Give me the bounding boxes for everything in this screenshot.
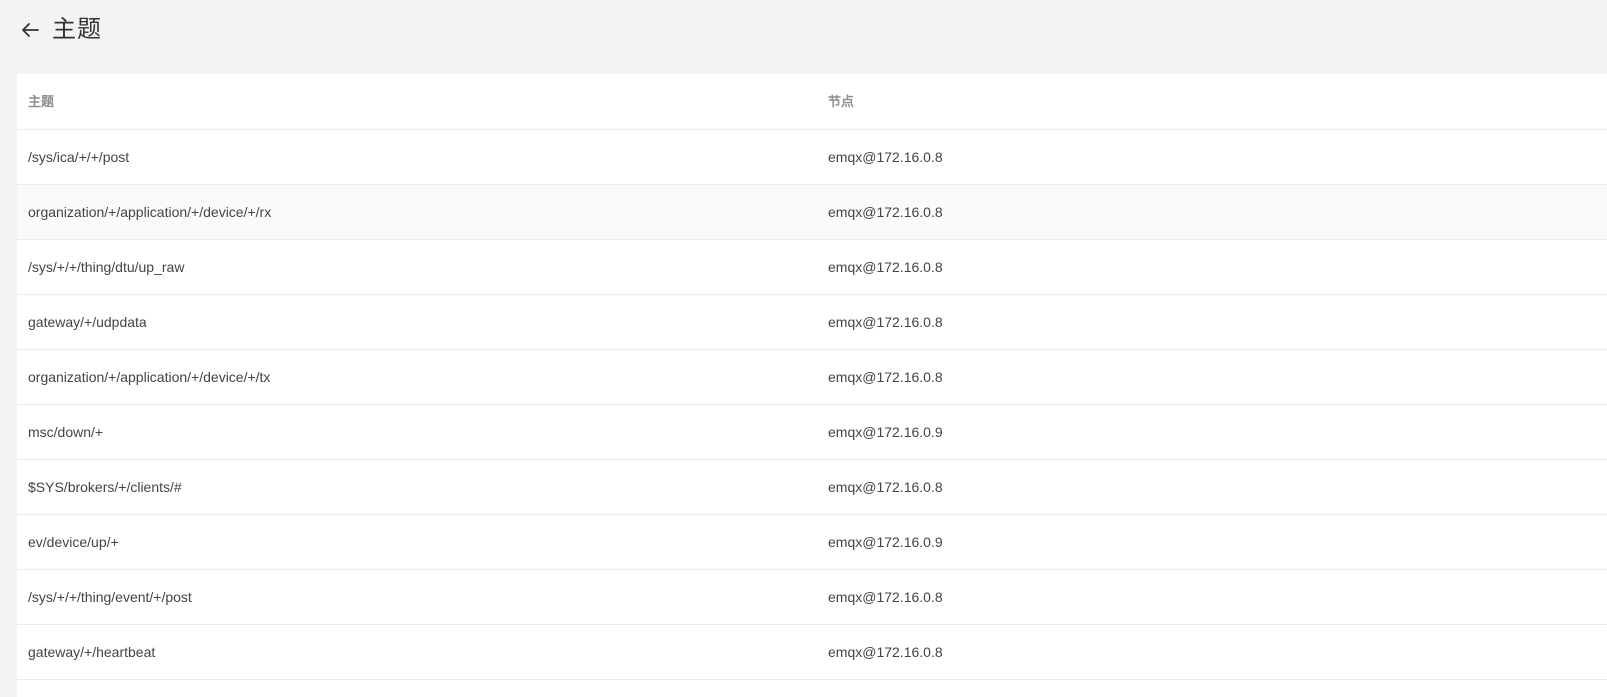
node-cell: emqx@172.16.0.8 bbox=[828, 369, 943, 385]
topic-cell: gateway/+/udpdata bbox=[28, 314, 147, 330]
table-row[interactable]: /sys/+/+/thing/dtu/up_raw emqx@172.16.0.… bbox=[17, 240, 1607, 295]
table-row[interactable]: gateway/+/udpdata emqx@172.16.0.8 bbox=[17, 295, 1607, 350]
table-row[interactable]: organization/+/application/+/device/+/tx… bbox=[17, 350, 1607, 405]
topic-cell: gateway/+/heartbeat bbox=[28, 644, 156, 660]
table-row[interactable]: /sys/+/+/thing/event/+/post emqx@172.16.… bbox=[17, 570, 1607, 625]
table-row[interactable]: $SYS/brokers/+/clients/# emqx@172.16.0.8 bbox=[17, 460, 1607, 515]
page-title: 主题 bbox=[52, 16, 102, 43]
topic-cell: msc/down/+ bbox=[28, 424, 104, 440]
topic-cell: organization/+/application/+/device/+/tx bbox=[28, 369, 271, 385]
topic-cell: ev/device/up/+ bbox=[28, 534, 119, 550]
node-cell: emqx@172.16.0.8 bbox=[828, 204, 943, 220]
page-header: 主题 bbox=[0, 0, 1607, 74]
topic-cell: /sys/+/+/thing/event/+/post bbox=[28, 589, 192, 605]
node-cell: emqx@172.16.0.8 bbox=[828, 479, 943, 495]
table-row[interactable]: /sys/ica/+/+/post emqx@172.16.0.8 bbox=[17, 130, 1607, 185]
column-header-topic: 主题 bbox=[28, 94, 55, 109]
node-cell: emqx@172.16.0.8 bbox=[828, 259, 943, 275]
back-button[interactable] bbox=[18, 18, 42, 42]
topic-cell: $SYS/brokers/+/clients/# bbox=[28, 479, 182, 495]
node-cell: emqx@172.16.0.8 bbox=[828, 644, 943, 660]
column-header-node: 节点 bbox=[828, 94, 855, 109]
topics-table: 主题 节点 /sys/ica/+/+/post emqx@172.16.0.8 … bbox=[17, 74, 1607, 697]
table-row[interactable]: organization/+/application/+/device/+/rx… bbox=[17, 185, 1607, 240]
topic-cell: organization/+/application/+/device/+/rx bbox=[28, 204, 272, 220]
topic-cell: /sys/ica/+/+/post bbox=[28, 149, 130, 165]
arrow-left-icon bbox=[22, 23, 39, 37]
topic-cell: /sys/+/+/thing/dtu/up_raw bbox=[28, 259, 185, 275]
node-cell: emqx@172.16.0.8 bbox=[828, 314, 943, 330]
node-cell: emqx@172.16.0.9 bbox=[828, 424, 943, 440]
node-cell: emqx@172.16.0.8 bbox=[828, 589, 943, 605]
table-row[interactable]: gateway/+/heartbeat emqx@172.16.0.8 bbox=[17, 625, 1607, 680]
table-row[interactable]: ev/device/up/+ emqx@172.16.0.9 bbox=[17, 515, 1607, 570]
table-row[interactable]: msc/down/+ emqx@172.16.0.9 bbox=[17, 405, 1607, 460]
node-cell: emqx@172.16.0.9 bbox=[828, 534, 943, 550]
table-header: 主题 节点 bbox=[17, 74, 1607, 130]
node-cell: emqx@172.16.0.8 bbox=[828, 149, 943, 165]
